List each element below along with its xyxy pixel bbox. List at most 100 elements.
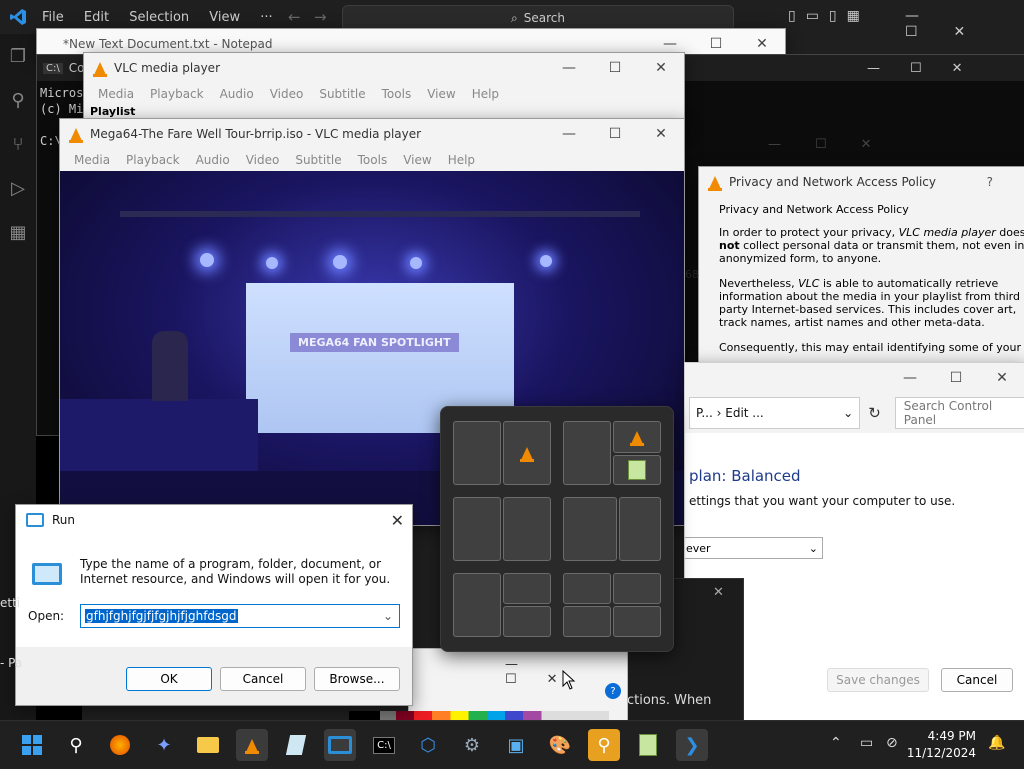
clock-time[interactable]: 4:49 PM bbox=[920, 729, 976, 743]
file-explorer-icon[interactable] bbox=[192, 729, 224, 761]
open-combobox[interactable]: gfhjfghjfgjfjfgjhjfjghfdsgd ⌄ bbox=[80, 604, 400, 628]
terminal-icon[interactable]: C:\ bbox=[368, 729, 400, 761]
menu-view[interactable]: View bbox=[427, 87, 455, 101]
search-icon[interactable]: ⚲ bbox=[0, 78, 36, 122]
snap-zone[interactable] bbox=[453, 421, 501, 485]
close-button[interactable]: ✕ bbox=[391, 511, 404, 530]
bird-app-icon[interactable]: ✦ bbox=[148, 729, 180, 761]
minimize-button[interactable]: — bbox=[546, 53, 592, 83]
menu-media[interactable]: Media bbox=[74, 153, 110, 167]
explorer-icon[interactable]: ❐ bbox=[0, 34, 36, 78]
clock-date[interactable]: 11/12/2024 bbox=[904, 746, 976, 760]
menu-tools[interactable]: Tools bbox=[358, 153, 388, 167]
chevron-down-icon[interactable]: ⌄ bbox=[843, 406, 853, 420]
notepad-icon[interactable] bbox=[280, 729, 312, 761]
menu-media[interactable]: Media bbox=[98, 87, 134, 101]
menu-view[interactable]: View bbox=[209, 10, 240, 25]
minimize-button[interactable]: — bbox=[546, 119, 592, 149]
snap-zone[interactable] bbox=[613, 573, 661, 604]
help-button[interactable]: ? bbox=[987, 175, 993, 189]
menu-help[interactable]: Help bbox=[472, 87, 499, 101]
menu-file[interactable]: File bbox=[42, 10, 64, 25]
open-input-value[interactable]: gfhjfghjfgjfjfgjhjfjghfdsgd bbox=[85, 609, 238, 623]
menu-more[interactable]: ··· bbox=[260, 10, 272, 25]
help-icon[interactable]: ? bbox=[605, 683, 621, 699]
menu-selection[interactable]: Selection bbox=[129, 10, 189, 25]
snap-zone[interactable] bbox=[503, 421, 551, 485]
snap-zone[interactable] bbox=[503, 606, 551, 637]
chevron-up-icon[interactable]: ⌃ bbox=[830, 735, 842, 751]
menu-playback[interactable]: Playback bbox=[150, 87, 204, 101]
search-tool-icon[interactable]: ⚲ bbox=[588, 729, 620, 761]
save-changes-button[interactable]: Save changes bbox=[827, 668, 929, 692]
search-control-panel-input[interactable]: Search Control Panel bbox=[894, 397, 1024, 429]
snap-zone[interactable] bbox=[453, 497, 501, 561]
privacy-text: Nevertheless, bbox=[719, 277, 799, 290]
menu-tools[interactable]: Tools bbox=[382, 87, 412, 101]
notepadpp-icon[interactable] bbox=[632, 729, 664, 761]
menu-audio[interactable]: Audio bbox=[196, 153, 230, 167]
menu-playback[interactable]: Playback bbox=[126, 153, 180, 167]
settings-icon[interactable]: ⚙ bbox=[456, 729, 488, 761]
snap-zone[interactable] bbox=[613, 421, 661, 453]
extensions-icon[interactable]: ▦ bbox=[0, 210, 36, 254]
notification-bell-icon[interactable]: 🔔 bbox=[988, 735, 1005, 751]
snap-zone[interactable] bbox=[503, 497, 551, 561]
sleep-select[interactable]: ever ⌄ bbox=[685, 537, 823, 559]
control-panel-icon[interactable]: ▣ bbox=[500, 729, 532, 761]
close-button[interactable]: ✕ bbox=[979, 363, 1024, 393]
refresh-icon[interactable]: ↻ bbox=[868, 404, 881, 422]
close-icon[interactable]: ✕ bbox=[713, 585, 724, 600]
snap-zone[interactable] bbox=[563, 606, 611, 637]
cancel-button[interactable]: Cancel bbox=[220, 667, 306, 691]
ok-button[interactable]: OK bbox=[126, 667, 212, 691]
menu-audio[interactable]: Audio bbox=[220, 87, 254, 101]
windows-start-icon[interactable] bbox=[16, 729, 48, 761]
snap-zone[interactable] bbox=[563, 421, 611, 485]
forward-arrow-icon[interactable]: → bbox=[314, 8, 327, 26]
snap-zone[interactable] bbox=[613, 606, 661, 637]
back-arrow-icon[interactable]: ← bbox=[288, 8, 301, 26]
chevron-down-icon[interactable]: ⌄ bbox=[383, 609, 393, 623]
maximize-button[interactable]: ☐ bbox=[933, 363, 979, 393]
network-icon[interactable]: ⬡ bbox=[412, 729, 444, 761]
maximize-button[interactable]: ☐ bbox=[592, 53, 638, 83]
display-icon[interactable]: ▭ bbox=[860, 735, 873, 751]
layout-toggle-icons[interactable]: ▯▭▯▦ bbox=[788, 8, 870, 24]
menu-subtitle[interactable]: Subtitle bbox=[295, 153, 341, 167]
browse-button[interactable]: Browse... bbox=[314, 667, 400, 691]
search-icon[interactable]: ⚲ bbox=[60, 729, 92, 761]
privacy-text: not bbox=[719, 239, 740, 252]
privacy-bg-caption-buttons[interactable]: —☐✕ bbox=[768, 137, 906, 152]
network-status-icon[interactable]: ⊘ bbox=[886, 735, 898, 751]
firefox-icon[interactable] bbox=[104, 729, 136, 761]
close-button[interactable]: ✕ bbox=[638, 53, 684, 83]
vlc-icon[interactable] bbox=[236, 729, 268, 761]
menu-view[interactable]: View bbox=[403, 153, 431, 167]
snap-zone[interactable] bbox=[563, 497, 617, 561]
cancel-button[interactable]: Cancel bbox=[941, 668, 1013, 692]
snap-zone[interactable] bbox=[619, 497, 661, 561]
vscode-icon[interactable]: ❯ bbox=[676, 729, 708, 761]
menu-edit[interactable]: Edit bbox=[84, 10, 109, 25]
menu-video[interactable]: Video bbox=[270, 87, 304, 101]
maximize-button[interactable]: ☐ bbox=[592, 119, 638, 149]
window-caption-buttons[interactable]: —☐✕ bbox=[905, 8, 1024, 40]
snap-zone[interactable] bbox=[563, 573, 611, 604]
cmd-caption-buttons[interactable]: —☐✕ bbox=[867, 61, 993, 76]
snap-zone[interactable] bbox=[453, 573, 501, 637]
close-button[interactable]: ✕ bbox=[638, 119, 684, 149]
run-icon[interactable] bbox=[324, 729, 356, 761]
snap-zone[interactable] bbox=[613, 455, 661, 485]
minimize-button[interactable]: — bbox=[887, 363, 933, 393]
snap-zone[interactable] bbox=[503, 573, 551, 604]
paint-icon[interactable]: 🎨 bbox=[544, 729, 576, 761]
address-bar[interactable]: P... › Edit ... ⌄ bbox=[689, 397, 861, 429]
source-control-icon[interactable]: ⑂ bbox=[0, 122, 36, 166]
menu-help[interactable]: Help bbox=[448, 153, 475, 167]
menu-subtitle[interactable]: Subtitle bbox=[319, 87, 365, 101]
open-label: Open: bbox=[28, 609, 65, 623]
menu-video[interactable]: Video bbox=[246, 153, 280, 167]
privacy-text: VLC bbox=[798, 277, 820, 290]
run-debug-icon[interactable]: ▷ bbox=[0, 166, 36, 210]
